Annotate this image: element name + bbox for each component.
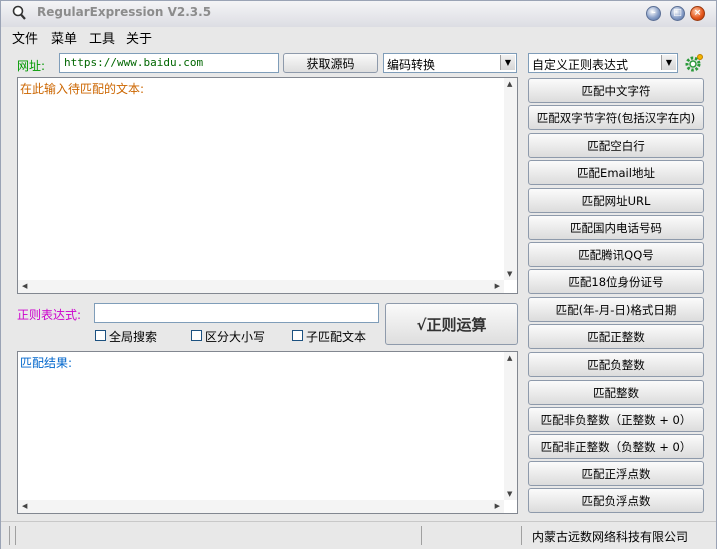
match-email-button[interactable]: 匹配Email地址 [528,160,704,185]
chevron-down-icon[interactable]: ▼ [661,55,676,70]
case-sensitive-label: 区分大小写 [205,330,266,344]
scroll-left-icon[interactable]: ◀ [22,502,27,510]
menu-bar: 文件 菜单 工具 关于 [1,27,716,47]
encoding-select-value: 编码转换 [387,58,436,72]
status-divider [521,526,522,545]
app-window: RegularExpression V2.3.5 – □ × 文件 菜单 工具 … [0,0,717,549]
status-bar: 内蒙古远数网络科技有限公司 [1,521,716,549]
match-id-card-button[interactable]: 匹配18位身份证号 [528,269,704,294]
global-search-label: 全局搜索 [109,330,158,344]
match-double-byte-button[interactable]: 匹配双字节字符(包括汉字在内) [528,105,704,130]
match-date-button[interactable]: 匹配(年-月-日)格式日期 [528,297,704,322]
close-icon: × [693,8,702,18]
match-blank-line-button[interactable]: 匹配空白行 [528,133,704,158]
minimize-icon: – [651,8,656,18]
url-label: 网址: [17,59,46,73]
menu-menu[interactable]: 菜单 [51,28,77,47]
minimize-button[interactable]: – [646,6,661,21]
match-non-positive-int-button[interactable]: 匹配非正整数（负整数 + 0） [528,434,704,459]
status-divider [15,526,16,545]
input-vertical-scrollbar[interactable]: ▲ ▼ [504,78,517,280]
match-chinese-button[interactable]: 匹配中文字符 [528,78,704,103]
regex-label: 正则表达式: [17,308,82,322]
maximize-button[interactable]: □ [670,6,685,21]
result-horizontal-scrollbar[interactable]: ◀ ▶ [18,500,504,513]
match-positive-float-button[interactable]: 匹配正浮点数 [528,461,704,486]
input-hint: 在此输入待匹配的文本: [20,82,145,96]
company-name: 内蒙古远数网络科技有限公司 [532,530,689,544]
match-non-negative-int-button[interactable]: 匹配非负整数（正整数 + 0） [528,407,704,432]
result-vertical-scrollbar[interactable]: ▲ ▼ [504,352,517,500]
match-phone-button[interactable]: 匹配国内电话号码 [528,215,704,240]
menu-tools[interactable]: 工具 [89,28,115,47]
status-divider [9,526,10,545]
encoding-select[interactable]: 编码转换 ▼ [383,53,517,73]
match-qq-button[interactable]: 匹配腾讯QQ号 [528,242,704,267]
magnifier-icon [12,5,26,20]
scroll-down-icon[interactable]: ▼ [507,270,512,278]
scroll-up-icon[interactable]: ▲ [507,80,512,88]
menu-about[interactable]: 关于 [126,28,152,47]
result-label: 匹配结果: [20,356,73,370]
submatch-label: 子匹配文本 [306,330,367,344]
maximize-icon: □ [673,8,682,18]
custom-regex-select[interactable]: 自定义正则表达式 ▼ [528,53,678,73]
result-textarea[interactable]: 匹配结果: ▲ ▼ ◀ ▶ [17,351,518,514]
close-button[interactable]: × [690,6,705,21]
regex-input[interactable] [94,303,379,323]
match-integer-button[interactable]: 匹配整数 [528,380,704,405]
custom-regex-select-value: 自定义正则表达式 [532,58,629,72]
scroll-down-icon[interactable]: ▼ [507,490,512,498]
case-sensitive-checkbox[interactable] [191,330,202,341]
scroll-up-icon[interactable]: ▲ [507,354,512,362]
status-divider [421,526,422,545]
title-bar[interactable]: RegularExpression V2.3.5 – □ × [1,1,716,27]
match-negative-int-button[interactable]: 匹配负整数 [528,352,704,377]
match-url-button[interactable]: 匹配网址URL [528,188,704,213]
input-horizontal-scrollbar[interactable]: ◀ ▶ [18,280,504,293]
scroll-right-icon[interactable]: ▶ [495,282,500,290]
match-positive-int-button[interactable]: 匹配正整数 [528,324,704,349]
menu-file[interactable]: 文件 [12,28,38,47]
window-title: RegularExpression V2.3.5 [37,5,212,19]
submatch-checkbox[interactable] [292,330,303,341]
match-negative-float-button[interactable]: 匹配负浮点数 [528,488,704,513]
scroll-left-icon[interactable]: ◀ [22,282,27,290]
gear-icon[interactable] [684,53,704,73]
input-textarea[interactable]: 在此输入待匹配的文本: ▲ ▼ ◀ ▶ [17,77,518,294]
global-search-checkbox[interactable] [95,330,106,341]
chevron-down-icon[interactable]: ▼ [500,55,515,70]
fetch-source-button[interactable]: 获取源码 [283,53,378,73]
run-regex-button[interactable]: √正则运算 [385,303,518,345]
url-input[interactable]: https://www.baidu.com [59,53,279,73]
scroll-right-icon[interactable]: ▶ [495,502,500,510]
